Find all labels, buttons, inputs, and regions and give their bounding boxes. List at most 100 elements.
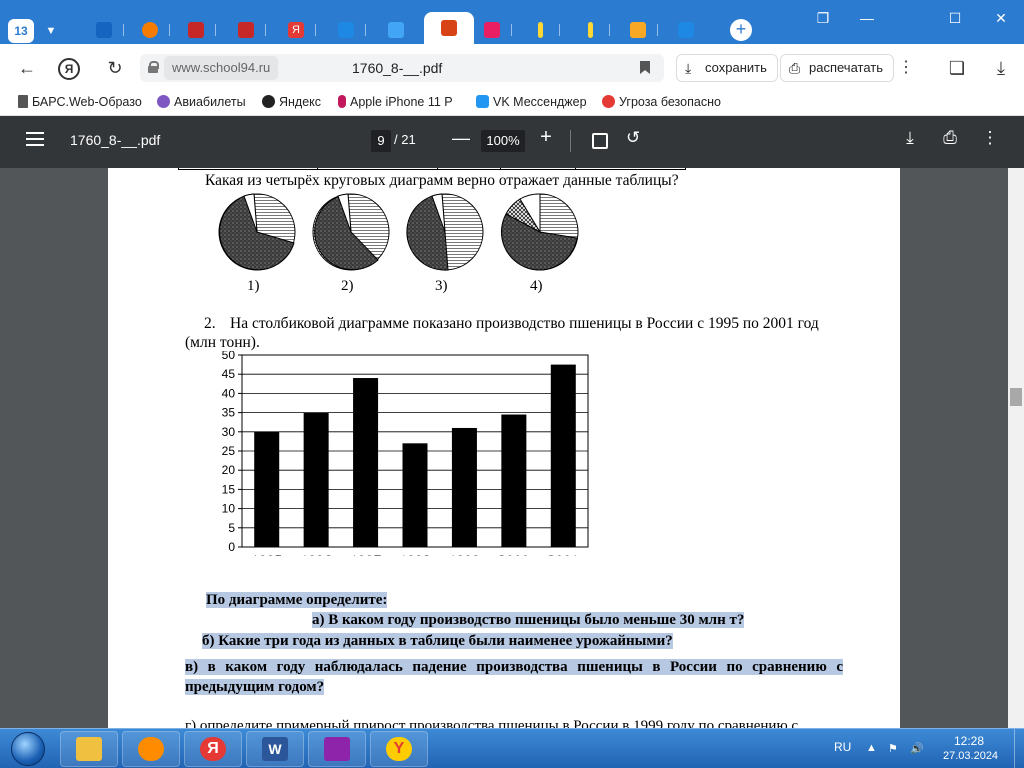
reload-icon[interactable]: ↻	[102, 56, 128, 80]
bookmark-bars[interactable]: БАРС.Web-Образо	[18, 92, 144, 114]
x-tick-label-1996: 1996	[301, 553, 332, 556]
zoom-out-button[interactable]: —	[452, 128, 470, 149]
pie-label-4: 4)	[530, 278, 543, 294]
toolbar-divider	[570, 130, 571, 152]
zoom-input[interactable]: 100%	[481, 130, 525, 152]
language-indicator[interactable]: RU	[834, 740, 851, 754]
start-button[interactable]	[6, 729, 50, 768]
bar-1995	[254, 431, 280, 547]
book-icon	[388, 22, 404, 38]
url-field[interactable]: www.school94.ru 1760_8-__.pdf	[140, 54, 664, 82]
maximize-icon[interactable]: ☐	[940, 8, 970, 28]
tab-yandex[interactable]: Я	[276, 16, 316, 44]
task-b: б) Какие три года из данных в таблице бы…	[202, 633, 673, 649]
scrollbar-thumb[interactable]	[1010, 388, 1022, 406]
tab-cloud[interactable]	[130, 16, 170, 44]
vertical-scrollbar[interactable]	[1008, 168, 1024, 728]
x-tick-label-2001: 2001	[548, 553, 579, 556]
table-bottom-border	[178, 168, 686, 170]
action-center-icon[interactable]: ⚑	[888, 742, 902, 756]
task-intro: По диаграмме определите:	[206, 592, 388, 608]
tab-cube[interactable]	[326, 16, 366, 44]
extensions-icon[interactable]: ❏	[944, 56, 970, 80]
more-menu-icon[interactable]: ⋮	[896, 56, 916, 80]
question-2-number: 2.	[204, 315, 216, 332]
globe-icon	[157, 95, 170, 108]
bookmark-vk-messenger[interactable]: VK Мессенджер	[476, 92, 594, 114]
pie-label-1: 1)	[247, 278, 260, 294]
bookmark-security-threat[interactable]: Угроза безопасно	[602, 92, 730, 114]
tab-image[interactable]	[618, 16, 658, 44]
clock-date[interactable]: 27.03.2024	[943, 750, 998, 762]
info-icon	[587, 22, 593, 38]
taskbar-explorer[interactable]	[60, 731, 118, 767]
url-page-title: 1760_8-__.pdf	[352, 60, 443, 76]
bookmark-yandex[interactable]: Яндекс	[262, 92, 332, 114]
winrar-icon	[324, 737, 350, 761]
pie-chart-1	[218, 193, 296, 271]
new-tab-button[interactable]: +	[730, 19, 752, 41]
printer-icon[interactable]: ⎙	[940, 128, 960, 148]
taskbar-yandex[interactable]: Я	[184, 731, 242, 767]
downloads-icon[interactable]: ⤓	[988, 56, 1014, 80]
close-icon[interactable]: ✕	[986, 8, 1016, 28]
tab-emblem-2[interactable]	[226, 16, 266, 44]
pie-chart-4	[501, 193, 579, 271]
tab-counter-button[interactable]: 13 ▼	[8, 17, 70, 45]
question-1-text: Какая из четырёх круговых диаграмм верно…	[205, 172, 679, 189]
bookmark-iphone[interactable]: Apple iPhone 11 Р	[338, 92, 462, 114]
yandex-browser-icon: Y	[386, 737, 412, 761]
page-number-input[interactable]: 9	[371, 130, 391, 152]
tab-doc[interactable]	[666, 16, 706, 44]
menu-icon[interactable]	[26, 132, 44, 148]
show-desktop-button[interactable]	[1014, 729, 1024, 768]
yandex-home-icon[interactable]: Я	[58, 58, 80, 80]
more-options-icon[interactable]: ⋮	[980, 128, 1000, 148]
download-icon[interactable]: ⤓	[900, 128, 920, 148]
bookmark-icon[interactable]	[640, 61, 650, 74]
windows-taskbar: Я W Y RU ▲ ⚑ 🔊 12:28 27.03.2024	[0, 728, 1024, 768]
yandex-icon: Я	[288, 22, 304, 38]
word-icon: W	[262, 737, 288, 761]
browser-tab-strip: 13 ▼ Я + ❐ — ☐ ✕	[0, 0, 1024, 44]
back-arrow-icon[interactable]: ←	[14, 56, 40, 80]
bookmarks-panel-icon[interactable]: ❐	[808, 8, 838, 28]
tab-mail[interactable]	[84, 16, 124, 44]
emblem-icon	[188, 22, 204, 38]
taskbar-winrar[interactable]	[308, 731, 366, 767]
pdf-viewer[interactable]: Какая из четырёх круговых диаграмм верно…	[0, 168, 1008, 728]
document-icon	[18, 95, 28, 108]
taskbar-word[interactable]: W	[246, 731, 304, 767]
y-tick-label: 10	[222, 502, 236, 516]
y-tick-label: 15	[222, 482, 236, 496]
y-tick-label: 25	[222, 444, 236, 458]
bookmark-aviabilety[interactable]: Авиабилеты	[157, 92, 257, 114]
tab-info-2[interactable]	[570, 16, 610, 44]
tab-info-1[interactable]	[520, 16, 560, 44]
print-button[interactable]: ⎙ распечатать	[780, 54, 894, 82]
bar-1996	[303, 412, 329, 547]
pdf-file-name: 1760_8-__.pdf	[70, 132, 161, 148]
zoom-in-button[interactable]: +	[538, 126, 554, 149]
rotate-icon[interactable]: ↺	[626, 128, 640, 148]
clock-time[interactable]: 12:28	[954, 734, 984, 748]
taskbar-media-player[interactable]	[122, 731, 180, 767]
printer-icon: ⎙	[789, 60, 801, 76]
tab-app[interactable]	[472, 16, 512, 44]
minimize-icon[interactable]: —	[852, 8, 882, 28]
save-button[interactable]: ⤓ сохранить	[676, 54, 778, 82]
taskbar-yandex-browser[interactable]: Y	[370, 731, 428, 767]
y-tick-label: 40	[222, 386, 236, 400]
volume-icon[interactable]: 🔊	[910, 742, 924, 756]
x-tick-label-1995: 1995	[251, 553, 282, 556]
bar-1998	[402, 443, 428, 547]
chevron-down-icon: ▼	[45, 25, 57, 37]
tab-emblem-1[interactable]	[176, 16, 216, 44]
star-icon	[262, 95, 275, 108]
fit-page-icon[interactable]	[592, 133, 608, 149]
url-host: www.school94.ru	[164, 56, 279, 80]
y-tick-label: 35	[222, 406, 236, 420]
tray-expand-icon[interactable]: ▲	[866, 742, 880, 756]
tab-book[interactable]	[376, 16, 416, 44]
tab-active-school[interactable]	[424, 12, 474, 44]
